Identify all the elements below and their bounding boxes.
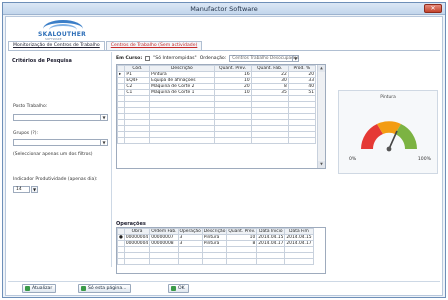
indicador-label: Indicador Produtividade (apenas dia): bbox=[13, 177, 98, 182]
ok-button[interactable]: OK bbox=[168, 284, 189, 293]
centros-table: Cód. Descrição Quant. Prev. Quant. Fab. … bbox=[116, 65, 317, 144]
chevron-down-icon[interactable]: ▼ bbox=[292, 55, 298, 61]
so-esta-pagina-button[interactable]: Só esta página... bbox=[78, 284, 131, 293]
gauge-min-label: 0% bbox=[349, 157, 357, 162]
col-header[interactable]: Data Inicio bbox=[256, 228, 286, 235]
col-header[interactable]: Descrição bbox=[201, 228, 228, 235]
ordenacao-select[interactable]: Centros Trabalho Desocupados ▼ bbox=[229, 54, 300, 62]
grid-scrollbar[interactable]: ▲ ▼ bbox=[317, 65, 325, 168]
title-bar: Manufactor Software ✕ bbox=[3, 3, 445, 15]
table-cell: 2014.04.15 bbox=[284, 234, 314, 241]
tab-monitorizacao[interactable]: Monitorização de Centros de Trabalho bbox=[8, 41, 105, 50]
col-header[interactable]: Quant. Prev. bbox=[213, 65, 252, 72]
seleccionar-hint: (Seleccionar apenas um dos filtros) bbox=[13, 152, 93, 157]
gauge-hub-icon bbox=[386, 146, 392, 152]
close-button[interactable]: ✕ bbox=[424, 4, 442, 13]
operacoes-table: Obra Ordem Fab. Operação Descrição Quant… bbox=[117, 228, 314, 265]
filters-title: Critérios de Pesquisa bbox=[12, 58, 72, 64]
indicador-value: 14 bbox=[16, 187, 22, 192]
em-curso-label: Em Curso: bbox=[116, 55, 143, 61]
table-cell: 00000008 bbox=[149, 240, 179, 247]
indicador-select[interactable]: 14 ▼ bbox=[13, 186, 38, 193]
check-icon bbox=[171, 286, 176, 291]
gauge-needle-icon bbox=[388, 130, 398, 150]
col-header[interactable]: Operação bbox=[177, 228, 203, 235]
posto-select[interactable]: ▼ bbox=[13, 114, 108, 121]
table-cell: 2014.04.15 bbox=[256, 234, 286, 241]
interrompidas-checkbox[interactable] bbox=[145, 55, 151, 61]
table-row-empty bbox=[117, 258, 314, 265]
chevron-down-icon[interactable]: ▼ bbox=[31, 186, 38, 193]
table-row-empty bbox=[116, 137, 317, 144]
content-area: SKALOUTHER SOFTWARE Monitorização de Cen… bbox=[5, 16, 443, 296]
tab-strip: Monitorização de Centros de Trabalho Cen… bbox=[8, 41, 203, 50]
centros-grid: Cód. Descrição Quant. Prev. Quant. Fab. … bbox=[116, 64, 326, 169]
ok-label: OK bbox=[178, 286, 185, 291]
operacoes-grid: Obra Ordem Fab. Operação Descrição Quant… bbox=[116, 227, 326, 274]
em-curso-controls: Em Curso: "Só Interrompidas" Ordenação: … bbox=[116, 54, 300, 62]
interrompidas-label: "Só Interrompidas" bbox=[153, 55, 197, 61]
table-cell: 00000004 bbox=[123, 234, 151, 241]
refresh-icon bbox=[25, 286, 30, 291]
col-header[interactable]: Quant. Prev. bbox=[226, 228, 258, 235]
window-title: Manufactor Software bbox=[190, 5, 258, 13]
bottom-toolbar: Atualizar Só esta página... OK bbox=[8, 281, 440, 293]
gauge-graphic bbox=[361, 121, 417, 152]
chevron-down-icon[interactable]: ▼ bbox=[100, 140, 107, 145]
main-window: Manufactor Software ✕ SKALOUTHER SOFTWAR… bbox=[2, 2, 446, 298]
scroll-up-icon[interactable]: ▲ bbox=[318, 65, 325, 72]
atualizar-button[interactable]: Atualizar bbox=[22, 284, 57, 293]
filter-panel: Critérios de Pesquisa Posto Trabalho: ▼ … bbox=[8, 52, 112, 267]
col-header[interactable]: Ordem Fab. bbox=[149, 228, 179, 235]
grupo-label: Grupos (?): bbox=[13, 131, 38, 136]
col-header[interactable]: Data Fim bbox=[284, 228, 314, 235]
page-icon bbox=[81, 286, 86, 291]
tab-sem-actividade[interactable]: Centros de Trabalho (Sem actividade) bbox=[105, 41, 203, 50]
atualizar-label: Atualizar bbox=[32, 286, 53, 291]
posto-label: Posto Trabalho: bbox=[13, 104, 48, 109]
tab-divider bbox=[8, 50, 440, 51]
chevron-down-icon[interactable]: ▼ bbox=[100, 115, 107, 120]
ordenacao-label: Ordenação: bbox=[199, 55, 227, 61]
table-cell: 00000004 bbox=[123, 240, 151, 247]
table-cell: 00000007 bbox=[149, 234, 179, 241]
table-cell: 2014.04.17 bbox=[256, 240, 286, 247]
table-cell: 2014.04.17 bbox=[284, 240, 314, 247]
scroll-down-icon[interactable]: ▼ bbox=[318, 161, 325, 168]
gauge-max-label: 100% bbox=[417, 157, 431, 162]
productivity-gauge: Pintura 0% 100% bbox=[338, 90, 438, 174]
grupo-select[interactable]: ▼ bbox=[13, 139, 108, 146]
logo: SKALOUTHER SOFTWARE bbox=[31, 19, 91, 41]
so-esta-pagina-label: Só esta página... bbox=[88, 286, 127, 291]
ordenacao-value: Centros Trabalho Desocupados bbox=[232, 55, 299, 61]
